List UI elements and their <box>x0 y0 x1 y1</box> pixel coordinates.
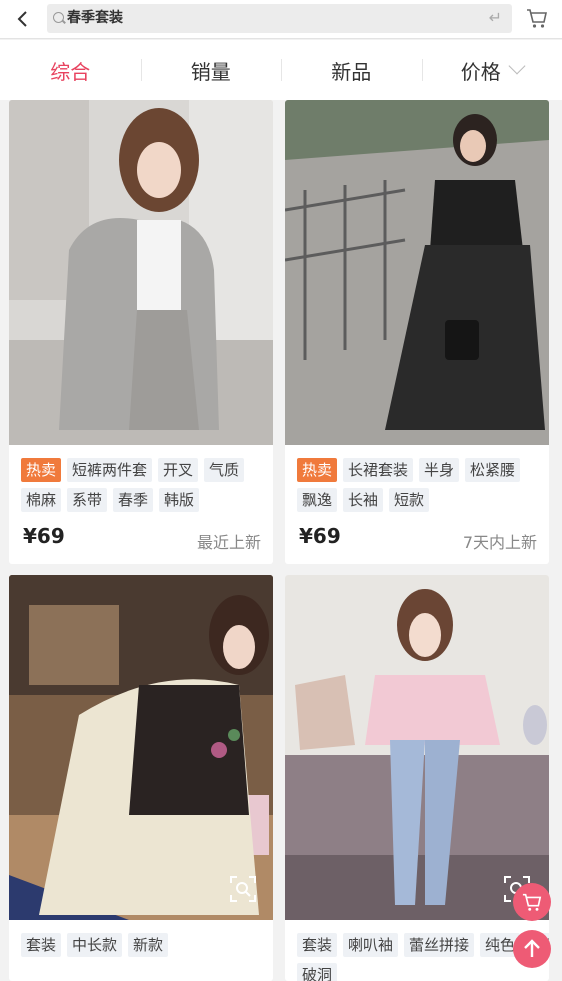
product-card[interactable]: 热卖 短裤两件套 开叉 气质 棉麻 系带 春季 韩版 ¥69 最近上新 <box>9 100 273 564</box>
tag: 套装 <box>21 933 62 957</box>
search-icon <box>53 12 64 23</box>
tag: 短款 <box>389 488 430 512</box>
sort-tabs: 综合 销量 新品 价格 <box>0 40 562 100</box>
tab-comprehensive[interactable]: 综合 <box>0 40 141 100</box>
tag: 气质 <box>204 458 245 482</box>
floating-cart-button[interactable] <box>513 883 551 921</box>
tab-new[interactable]: 新品 <box>281 40 422 100</box>
search-input[interactable]: 春季套装 ↵ <box>47 4 512 33</box>
product-price: ¥69 <box>23 524 65 548</box>
search-results-page: 春季套装 ↵ 综合 销量 新品 价格 热卖 短裤两件套 开叉 气质 棉麻 系带 … <box>0 0 562 981</box>
tag: 中长款 <box>67 933 123 957</box>
tag-list: 套装 喇叭袖 蕾丝拼接 纯色 春季 破洞 <box>297 933 549 981</box>
product-image[interactable] <box>9 100 273 445</box>
tag: 喇叭袖 <box>343 933 399 957</box>
tab-label: 销量 <box>190 59 231 84</box>
chevron-down-icon <box>508 57 526 75</box>
tag: 新款 <box>128 933 169 957</box>
tab-label: 综合 <box>50 59 91 84</box>
tag: 短裤两件套 <box>67 458 153 482</box>
zoom-icon[interactable] <box>229 875 257 903</box>
tag: 破洞 <box>297 963 338 981</box>
product-card[interactable]: 套装 中长款 新款 <box>9 575 273 981</box>
search-query-text: 春季套装 <box>67 10 123 26</box>
tag: 长裙套装 <box>343 458 414 482</box>
product-card[interactable]: 热卖 长裙套装 半身 松紧腰 飘逸 长袖 短款 ¥69 7天内上新 <box>285 100 549 564</box>
tab-label: 价格 <box>460 59 501 84</box>
tag: 系带 <box>67 488 108 512</box>
search-header: 春季套装 ↵ <box>0 0 562 39</box>
product-price: ¥69 <box>299 524 341 548</box>
hot-tag: 热卖 <box>21 458 62 482</box>
hot-tag: 热卖 <box>297 458 338 482</box>
tag: 套装 <box>297 933 338 957</box>
tag: 长袖 <box>343 488 384 512</box>
product-card[interactable]: 套装 喇叭袖 蕾丝拼接 纯色 春季 破洞 <box>285 575 549 981</box>
tab-label: 新品 <box>331 59 372 84</box>
tag-list: 热卖 长裙套装 半身 松紧腰 飘逸 长袖 短款 <box>297 458 543 512</box>
product-image[interactable] <box>9 575 273 920</box>
chevron-left-icon <box>17 11 27 27</box>
arrow-up-icon <box>524 939 540 957</box>
tag: 开叉 <box>158 458 199 482</box>
tag: 松紧腰 <box>465 458 521 482</box>
tag-list: 热卖 短裤两件套 开叉 气质 棉麻 系带 春季 韩版 <box>21 458 267 512</box>
back-button[interactable] <box>13 9 31 29</box>
tag: 蕾丝拼接 <box>404 933 475 957</box>
tag: 棉麻 <box>21 488 62 512</box>
cart-icon[interactable] <box>526 7 548 29</box>
tag-list: 套装 中长款 新款 <box>21 933 267 957</box>
back-to-top-button[interactable] <box>513 930 551 968</box>
tab-price[interactable]: 价格 <box>421 40 562 100</box>
tag: 半身 <box>419 458 460 482</box>
product-image[interactable] <box>285 100 549 445</box>
tab-sales[interactable]: 销量 <box>140 40 282 100</box>
cart-icon <box>522 893 542 911</box>
newness-label: 7天内上新 <box>462 533 537 552</box>
newness-label: 最近上新 <box>196 533 261 552</box>
tag: 春季 <box>113 488 154 512</box>
tag: 飘逸 <box>297 488 338 512</box>
tag: 韩版 <box>159 488 200 512</box>
product-image[interactable] <box>285 575 549 920</box>
return-icon[interactable]: ↵ <box>489 8 502 27</box>
